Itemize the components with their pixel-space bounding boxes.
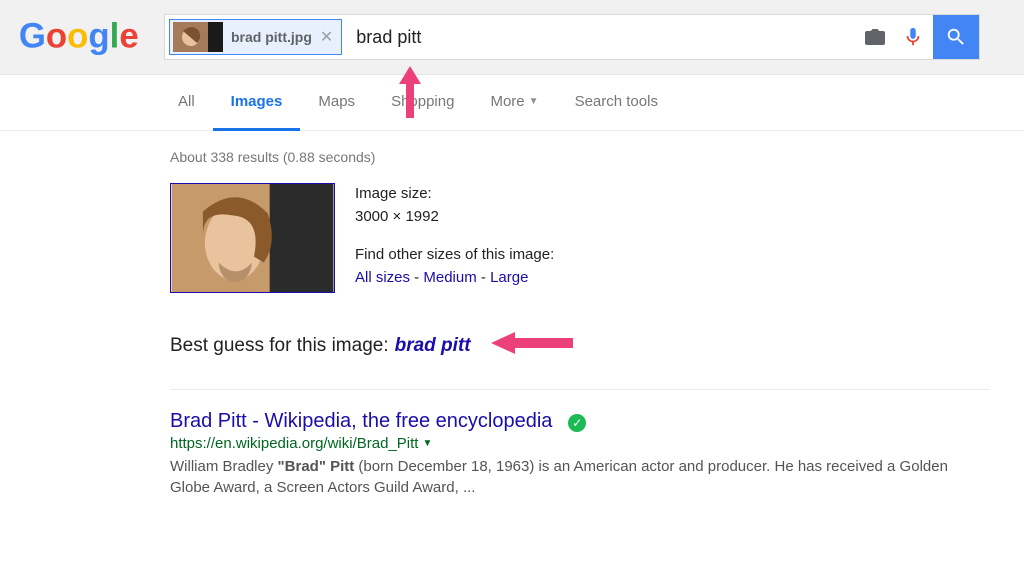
link-all-sizes[interactable]: All sizes xyxy=(355,269,410,286)
divider xyxy=(170,389,990,390)
link-large[interactable]: Large xyxy=(490,269,528,286)
camera-icon[interactable] xyxy=(863,25,887,49)
annotation-arrow-up xyxy=(395,62,425,125)
chip-remove-icon[interactable]: ✕ xyxy=(318,27,335,47)
source-image-thumbnail[interactable] xyxy=(170,183,335,293)
tab-bar: All Images Maps Shopping More ▼ Search t… xyxy=(0,75,1024,131)
search-result: Brad Pitt - Wikipedia, the free encyclop… xyxy=(170,410,1024,498)
url-chevron-down-icon[interactable]: ▼ xyxy=(422,438,432,449)
search-icon xyxy=(945,26,967,48)
mic-icon[interactable] xyxy=(901,25,925,49)
header-bar: Google brad pitt.jpg ✕ xyxy=(0,0,1024,75)
result-url-text[interactable]: https://en.wikipedia.org/wiki/Brad_Pitt xyxy=(170,435,418,452)
results-area: About 338 results (0.88 seconds) Image s… xyxy=(0,131,1024,498)
tab-more-label: More xyxy=(490,93,524,110)
best-guess-link[interactable]: brad pitt xyxy=(395,335,471,357)
svg-text:Google: Google xyxy=(19,17,138,55)
result-title-link[interactable]: Brad Pitt - Wikipedia, the free encyclop… xyxy=(170,410,552,432)
tab-more[interactable]: More ▼ xyxy=(472,75,556,131)
search-box: brad pitt.jpg ✕ xyxy=(164,14,980,60)
image-meta: Image size: 3000 × 1992 Find other sizes… xyxy=(355,183,554,293)
image-size-label: Image size: xyxy=(355,183,554,206)
source-image-row: Image size: 3000 × 1992 Find other sizes… xyxy=(170,183,1024,293)
search-input[interactable] xyxy=(346,15,863,59)
result-snippet: William Bradley "Brad" Pitt (born Decemb… xyxy=(170,456,950,498)
annotation-arrow-left xyxy=(487,329,577,363)
image-chip: brad pitt.jpg ✕ xyxy=(169,19,342,55)
chip-thumbnail xyxy=(173,22,223,52)
other-sizes-label: Find other sizes of this image: xyxy=(355,244,554,267)
tab-images[interactable]: Images xyxy=(213,75,301,131)
tab-search-tools[interactable]: Search tools xyxy=(557,75,676,131)
best-guess-row: Best guess for this image: brad pitt xyxy=(170,329,1024,363)
best-guess-label: Best guess for this image: xyxy=(170,335,389,357)
tab-maps[interactable]: Maps xyxy=(300,75,373,131)
link-medium[interactable]: Medium xyxy=(423,269,476,286)
search-button[interactable] xyxy=(933,15,979,59)
result-stats: About 338 results (0.88 seconds) xyxy=(170,149,1024,165)
chip-filename: brad pitt.jpg xyxy=(231,29,312,45)
verified-badge-icon: ✓ xyxy=(568,414,586,432)
image-size-value: 3000 × 1992 xyxy=(355,206,554,229)
google-logo[interactable]: Google xyxy=(18,17,138,57)
chevron-down-icon: ▼ xyxy=(529,96,539,107)
tab-all[interactable]: All xyxy=(160,75,213,131)
